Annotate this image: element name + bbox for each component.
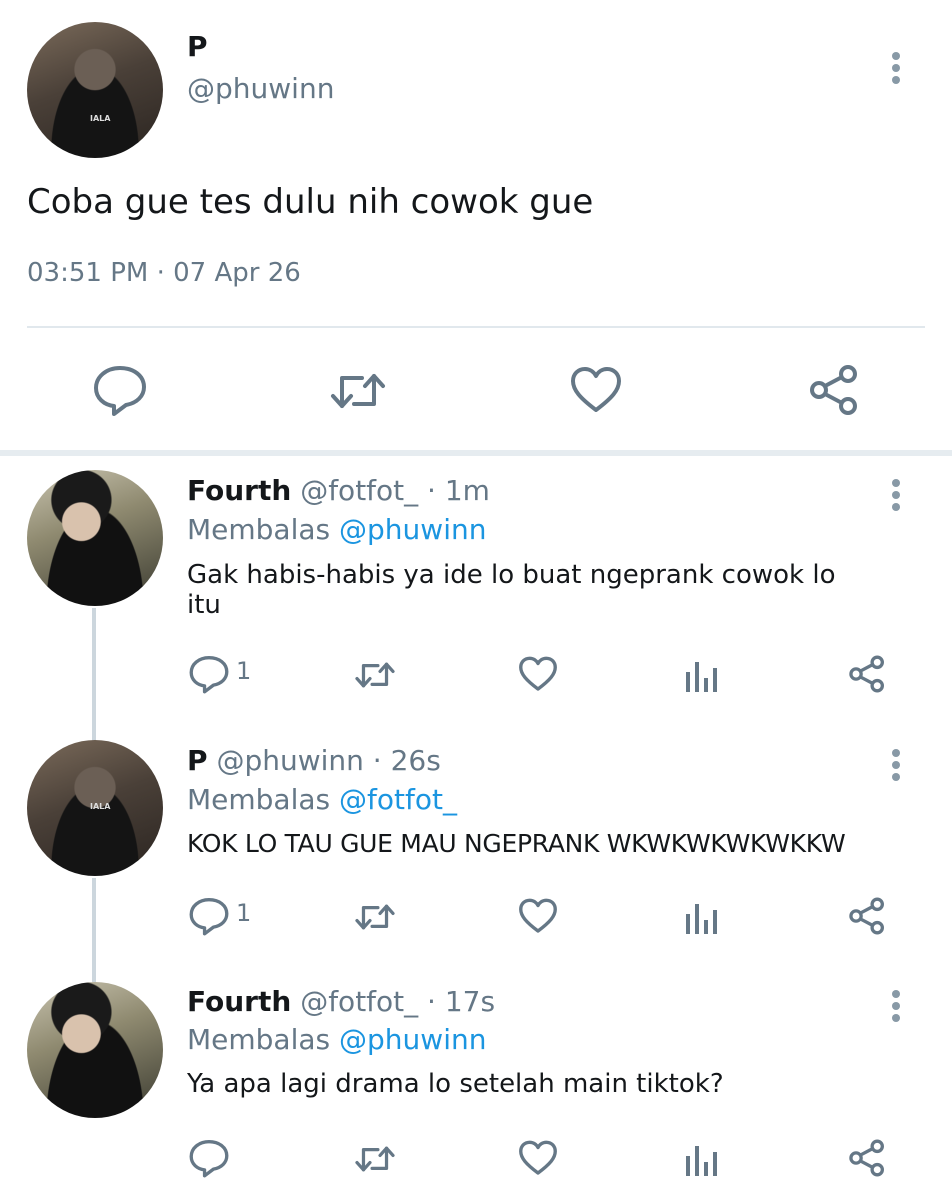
reply-text-continued: itu bbox=[187, 590, 221, 620]
more-options-icon[interactable] bbox=[884, 986, 908, 1026]
author-handle[interactable]: @phuwinn bbox=[187, 72, 334, 105]
retweet-icon[interactable] bbox=[328, 366, 388, 416]
section-divider bbox=[0, 450, 952, 456]
avatar[interactable]: IALA bbox=[27, 22, 163, 158]
avatar[interactable] bbox=[27, 470, 163, 606]
author-name[interactable]: P bbox=[187, 30, 208, 63]
replying-to: Membalas @fotfot_ bbox=[187, 783, 457, 816]
replying-to-link[interactable]: @phuwinn bbox=[339, 513, 486, 546]
author-handle[interactable]: @fotfot_ bbox=[300, 985, 418, 1018]
retweet-icon[interactable] bbox=[353, 1141, 397, 1177]
divider bbox=[27, 326, 925, 328]
replying-to: Membalas @phuwinn bbox=[187, 513, 486, 546]
retweet-icon[interactable] bbox=[353, 899, 397, 935]
avatar[interactable]: IALA bbox=[27, 740, 163, 876]
reply-icon[interactable] bbox=[188, 896, 230, 936]
reply-header: Fourth @fotfot_ · 1m bbox=[187, 474, 490, 507]
reply-header: Fourth @fotfot_ · 17s bbox=[187, 985, 495, 1018]
share-icon[interactable] bbox=[847, 897, 887, 935]
reply-count: 1 bbox=[236, 657, 252, 685]
like-icon[interactable] bbox=[518, 656, 558, 692]
author-name[interactable]: P bbox=[187, 744, 208, 777]
avatar[interactable] bbox=[27, 982, 163, 1118]
tweet-text: Coba gue tes dulu nih cowok gue bbox=[27, 182, 594, 222]
reply-text: KOK LO TAU GUE MAU NGEPRANK WKWKWKWKWKKW bbox=[187, 829, 846, 858]
reply-icon[interactable] bbox=[188, 1138, 230, 1178]
replying-to-link[interactable]: @phuwinn bbox=[339, 1023, 486, 1056]
like-icon[interactable] bbox=[518, 1140, 558, 1176]
author-name[interactable]: Fourth bbox=[187, 474, 291, 507]
reply-icon[interactable] bbox=[92, 363, 148, 417]
replying-prefix: Membalas bbox=[187, 513, 331, 546]
reply-age: · 1m bbox=[427, 474, 490, 507]
reply-text: Ya apa lagi drama lo setelah main tiktok… bbox=[187, 1069, 724, 1099]
more-options-icon[interactable] bbox=[884, 48, 908, 88]
like-icon[interactable] bbox=[518, 898, 558, 934]
more-options-icon[interactable] bbox=[884, 475, 908, 515]
analytics-icon[interactable] bbox=[684, 658, 720, 692]
share-icon[interactable] bbox=[847, 1139, 887, 1177]
share-icon[interactable] bbox=[847, 655, 887, 693]
replying-prefix: Membalas bbox=[187, 1023, 331, 1056]
thread-line bbox=[92, 878, 96, 982]
shirt-text: IALA bbox=[90, 802, 111, 811]
reply-count: 1 bbox=[236, 899, 252, 927]
tweet-timestamp: 03:51 PM · 07 Apr 26 bbox=[27, 258, 301, 288]
author-handle[interactable]: @fotfot_ bbox=[300, 474, 418, 507]
more-options-icon[interactable] bbox=[884, 745, 908, 785]
thread-line bbox=[92, 608, 96, 742]
author-handle[interactable]: @phuwinn bbox=[216, 744, 363, 777]
shirt-text: IALA bbox=[90, 114, 111, 123]
analytics-icon[interactable] bbox=[684, 1142, 720, 1176]
reply-text: Gak habis-habis ya ide lo buat ngeprank … bbox=[187, 560, 836, 590]
reply-age: · 26s bbox=[372, 744, 441, 777]
reply-age: · 17s bbox=[427, 985, 496, 1018]
retweet-icon[interactable] bbox=[353, 657, 397, 693]
author-name[interactable]: Fourth bbox=[187, 985, 291, 1018]
replying-to: Membalas @phuwinn bbox=[187, 1023, 486, 1056]
share-icon[interactable] bbox=[807, 364, 861, 416]
like-icon[interactable] bbox=[570, 366, 622, 414]
reply-header: P @phuwinn · 26s bbox=[187, 744, 441, 777]
analytics-icon[interactable] bbox=[684, 900, 720, 934]
replying-to-link[interactable]: @fotfot_ bbox=[339, 783, 457, 816]
replying-prefix: Membalas bbox=[187, 783, 331, 816]
reply-icon[interactable] bbox=[188, 654, 230, 694]
